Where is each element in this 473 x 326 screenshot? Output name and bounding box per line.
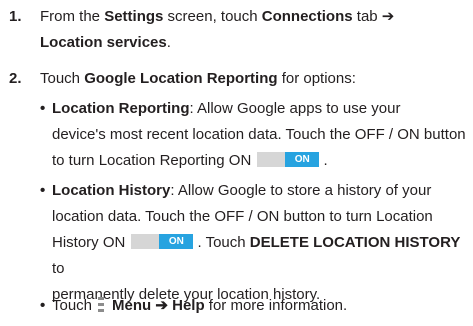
- bullet-marker: •: [40, 182, 46, 199]
- bullet-text: Location History: Allow Google to store …: [52, 178, 470, 308]
- help-page: 1. From the Settings screen, touch Conne…: [0, 0, 473, 326]
- step-number: 2.: [9, 70, 22, 87]
- text: History ON: [52, 234, 126, 251]
- location-services-label: Location services: [40, 34, 167, 51]
- toggle-on-label: ON: [159, 234, 194, 249]
- connections-label: Connections: [261, 8, 353, 25]
- toggle-on-label: ON: [285, 152, 320, 167]
- text: location data. Touch the OFF / ON button…: [52, 208, 433, 225]
- bullet-title: Location History: [52, 182, 171, 199]
- help-label: ➔ Help: [151, 297, 205, 314]
- text: screen, touch: [163, 8, 262, 25]
- bullet-text: Location Reporting: Allow Google apps to…: [52, 96, 470, 174]
- text: Touch: [40, 70, 85, 87]
- text: for options:: [277, 70, 356, 87]
- text: From the: [40, 8, 105, 25]
- text: to turn Location Reporting ON: [52, 152, 252, 169]
- menu-label: Menu: [112, 297, 152, 314]
- bullet-marker: •: [40, 100, 46, 117]
- text: : Allow Google to store a history of you…: [170, 182, 432, 199]
- bullet-text: Touch Menu ➔ Help for more information.: [52, 293, 470, 319]
- settings-label: Settings: [104, 8, 164, 25]
- text: .: [166, 34, 171, 51]
- text: : Allow Google apps to use your: [189, 100, 401, 117]
- step-text: Touch Google Location Reporting for opti…: [40, 66, 469, 92]
- delete-location-history-label: DELETE LOCATION HISTORY: [249, 234, 461, 251]
- text: Touch: [52, 297, 93, 314]
- text: for more information.: [204, 297, 348, 314]
- menu-icon: [98, 297, 105, 313]
- location-reporting-toggle: ON: [257, 152, 320, 167]
- step-text: From the Settings screen, touch Connecti…: [40, 4, 469, 56]
- bullet-title: Location Reporting: [52, 100, 190, 117]
- text: .: [323, 152, 328, 169]
- text: tab ➔: [352, 8, 395, 25]
- step-number: 1.: [9, 8, 22, 25]
- text: to: [52, 260, 65, 277]
- text: . Touch: [197, 234, 250, 251]
- google-location-reporting-label: Google Location Reporting: [84, 70, 278, 87]
- text: device's most recent location data. Touc…: [52, 126, 466, 143]
- location-history-toggle: ON: [131, 234, 194, 249]
- bullet-marker: •: [40, 297, 46, 314]
